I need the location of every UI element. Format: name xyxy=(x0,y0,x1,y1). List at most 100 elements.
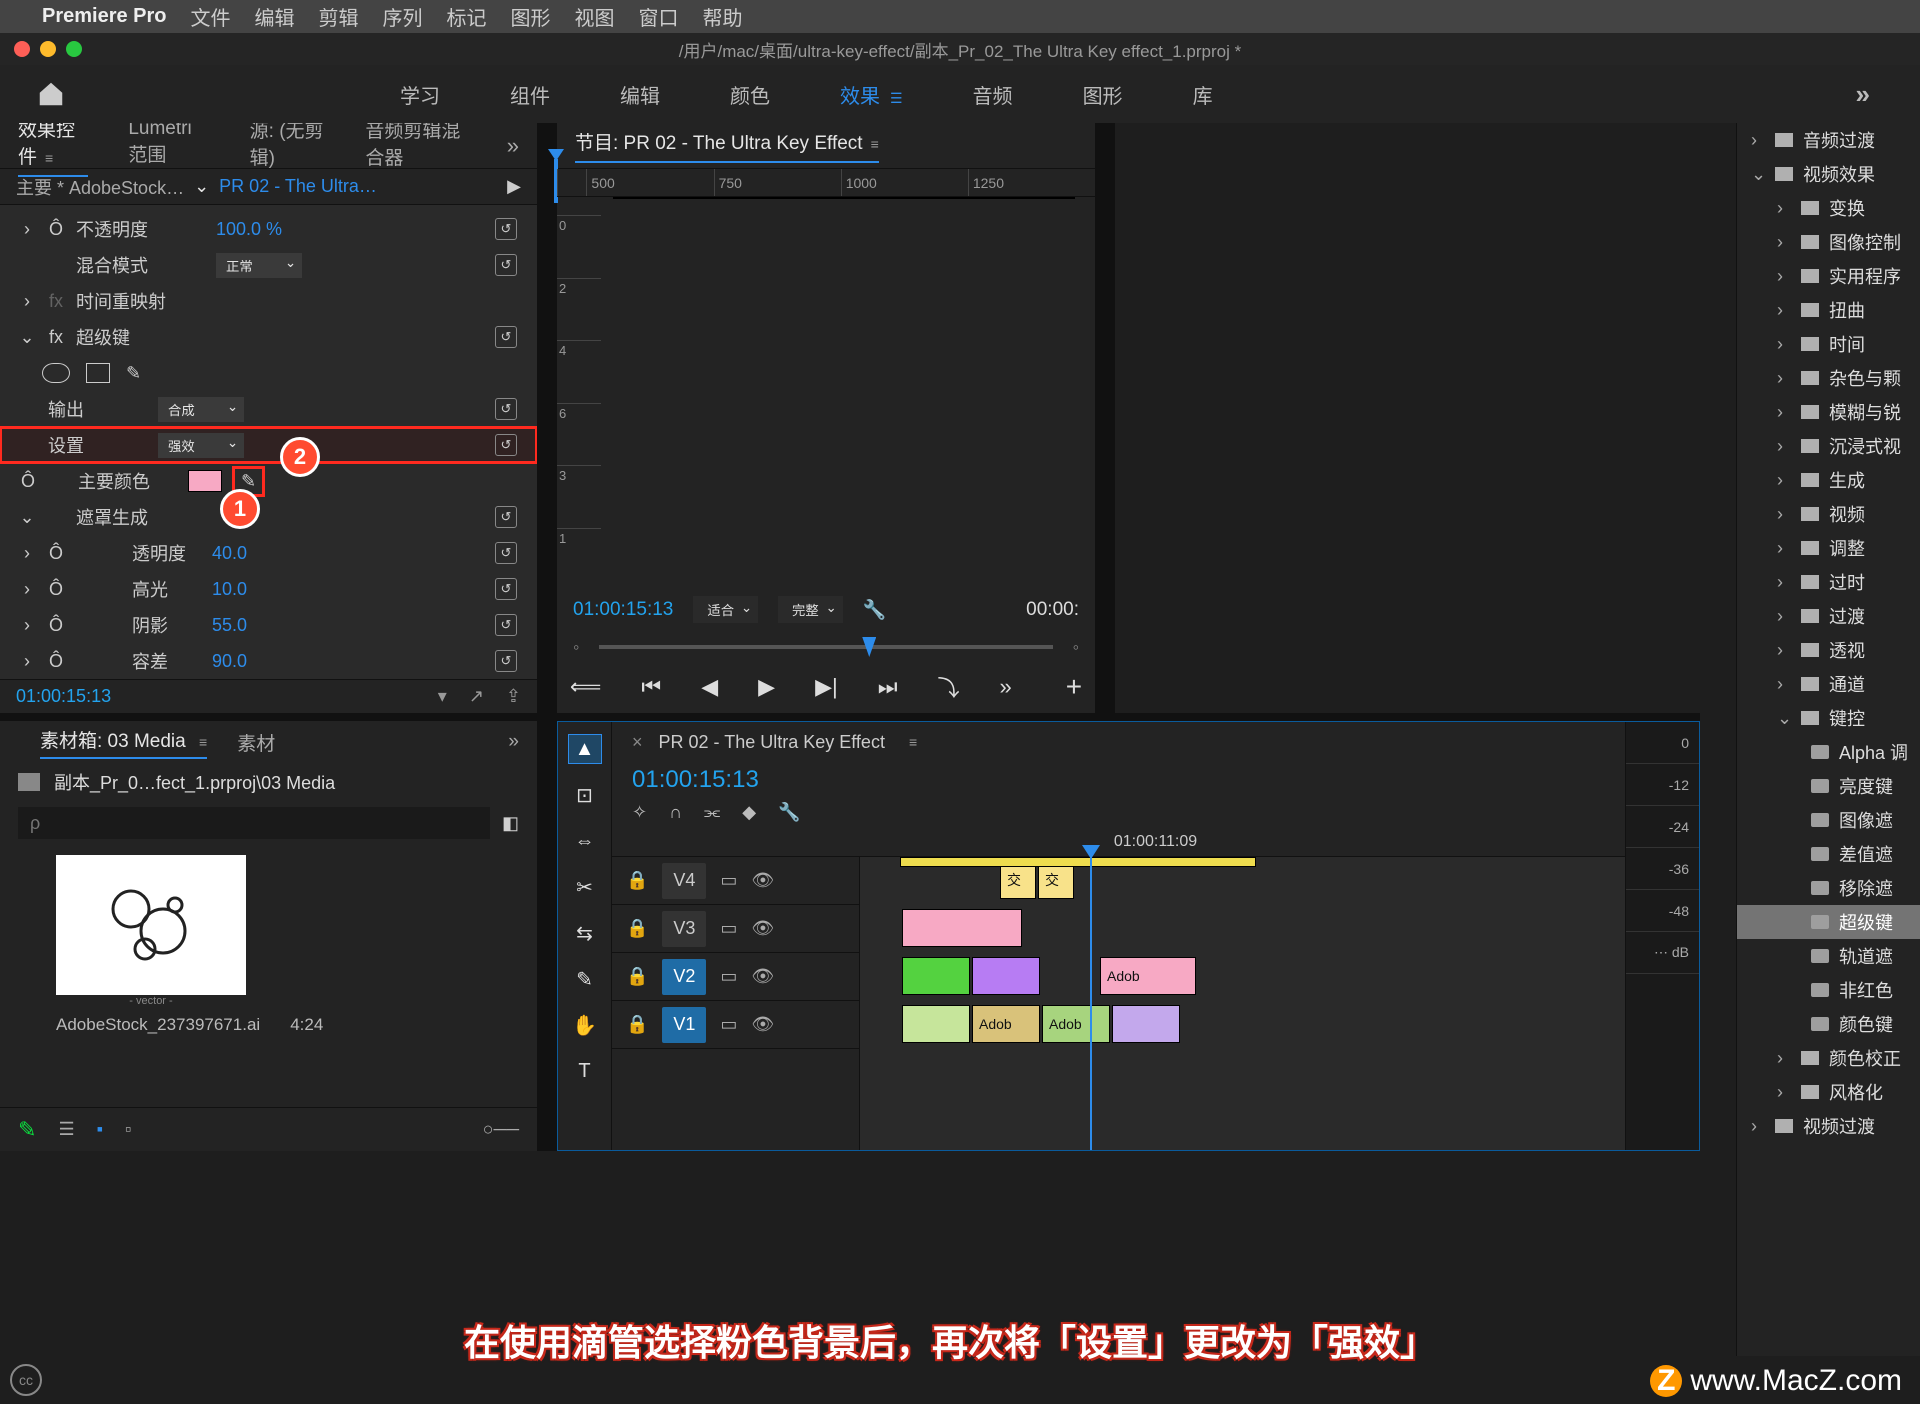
playhead-icon[interactable] xyxy=(862,637,876,657)
ultrakey-row[interactable]: ⌄ fx 超级键 ↺ xyxy=(0,319,537,355)
twirl-icon[interactable]: › xyxy=(18,219,36,240)
track-select-tool-icon[interactable]: ⊡ xyxy=(568,780,602,810)
reset-button[interactable]: ↺ xyxy=(495,434,517,456)
tabs-overflow-icon[interactable]: » xyxy=(507,133,519,159)
new-item-icon[interactable]: ✎ xyxy=(18,1117,36,1143)
panel-menu-icon[interactable]: ≡ xyxy=(909,734,917,750)
goto-in-icon[interactable]: ⏮ xyxy=(641,674,661,700)
reset-button[interactable]: ↺ xyxy=(495,614,517,636)
transparent-value[interactable]: 40.0 xyxy=(212,543,302,564)
reset-button[interactable]: ↺ xyxy=(495,506,517,528)
track-v4-header[interactable]: 🔒V4▭👁 xyxy=(612,857,859,905)
twirl-icon[interactable]: › xyxy=(18,291,36,312)
clip[interactable] xyxy=(972,957,1040,995)
ripple-tool-icon[interactable]: ⇔ xyxy=(568,826,602,856)
effect-folder[interactable]: ›过时 xyxy=(1737,565,1920,599)
track-content[interactable]: 交 交 Adob Adob Adob xyxy=(860,857,1699,1150)
output-select[interactable]: 合成 xyxy=(158,397,244,422)
ws-graphics[interactable]: 图形 xyxy=(1083,78,1123,111)
effect-folder[interactable]: ›时间 xyxy=(1737,327,1920,361)
upload-icon[interactable]: ⇪ xyxy=(506,686,521,707)
bin-icon[interactable] xyxy=(18,773,40,791)
sequence-tab[interactable]: PR 02 - The Ultra Key Effect xyxy=(659,732,885,753)
effect-item[interactable]: 亮度键 xyxy=(1737,769,1920,803)
tab-audio-mixer[interactable]: 音频剪辑混合器 xyxy=(365,123,466,176)
ws-audio[interactable]: 音频 xyxy=(973,78,1013,111)
effect-item[interactable]: 非红色 xyxy=(1737,973,1920,1007)
playhead-line[interactable] xyxy=(1090,857,1092,1150)
snap-icon[interactable]: ✧ xyxy=(632,802,647,823)
tab-lumetri-scopes[interactable]: Lumetri 范围 xyxy=(128,123,209,173)
home-icon[interactable] xyxy=(36,79,66,109)
effect-folder[interactable]: ›音频过渡 xyxy=(1737,123,1920,157)
effect-item[interactable]: 移除遮 xyxy=(1737,871,1920,905)
reset-button[interactable]: ↺ xyxy=(495,254,517,276)
rect-mask-icon[interactable] xyxy=(86,363,110,383)
menu-marker[interactable]: 标记 xyxy=(447,2,487,31)
magnet-icon[interactable]: ∩ xyxy=(669,802,682,823)
effect-folder[interactable]: ›风格化 xyxy=(1737,1075,1920,1109)
search-input[interactable] xyxy=(18,807,490,839)
effect-folder[interactable]: ›颜色校正 xyxy=(1737,1041,1920,1075)
clip[interactable] xyxy=(902,1005,970,1043)
effect-item[interactable]: Alpha 调 xyxy=(1737,735,1920,769)
ellipse-mask-icon[interactable] xyxy=(42,363,70,383)
clip[interactable]: Adob xyxy=(1100,957,1196,995)
ws-assembly[interactable]: 组件 xyxy=(510,78,550,111)
program-scrubber[interactable]: ◦◦ xyxy=(573,635,1079,659)
reset-button[interactable]: ↺ xyxy=(495,326,517,348)
app-name[interactable]: Premiere Pro xyxy=(42,5,167,28)
effect-folder[interactable]: ›通道 xyxy=(1737,667,1920,701)
effect-folder[interactable]: ›模糊与锐 xyxy=(1737,395,1920,429)
effect-folder[interactable]: ⌄视频效果 xyxy=(1737,157,1920,191)
blend-mode-select[interactable]: 正常 xyxy=(216,253,302,278)
effect-folder[interactable]: ›变换 xyxy=(1737,191,1920,225)
zoom-select[interactable]: 适合 xyxy=(693,596,758,623)
effect-folder[interactable]: ›图像控制 xyxy=(1737,225,1920,259)
effect-folder[interactable]: ⌄键控 xyxy=(1737,701,1920,735)
clip[interactable] xyxy=(902,909,1022,947)
selection-tool-icon[interactable]: ▲ xyxy=(568,734,602,764)
ws-effects[interactable]: 效果 xyxy=(840,78,903,111)
effect-folder[interactable]: ›扭曲 xyxy=(1737,293,1920,327)
tab-program[interactable]: 节目: PR 02 - The Ultra Key Effect≡ xyxy=(575,128,879,163)
effect-item[interactable]: 超级键 xyxy=(1737,905,1920,939)
more-icon[interactable]: » xyxy=(1000,674,1012,700)
reset-button[interactable]: ↺ xyxy=(495,218,517,240)
freeform-view-icon[interactable]: ▫ xyxy=(125,1119,131,1140)
key-color-swatch[interactable] xyxy=(188,470,222,492)
mac-menubar[interactable]: Premiere Pro 文件 编辑 剪辑 序列 标记 图形 视图 窗口 帮助 xyxy=(0,0,1920,33)
marker-icon[interactable]: ◆ xyxy=(742,802,756,823)
export-frame-icon[interactable]: ⤵ xyxy=(938,671,960,703)
effect-item[interactable]: 颜色键 xyxy=(1737,1007,1920,1041)
twirl-icon[interactable]: ⌄ xyxy=(18,327,36,348)
filter-icon[interactable]: ▾ xyxy=(438,686,447,707)
stopwatch-icon[interactable]: Ô xyxy=(18,471,38,492)
reset-button[interactable]: ↺ xyxy=(495,650,517,672)
step-fwd-icon[interactable]: ▶| xyxy=(815,674,838,700)
menu-clip[interactable]: 剪辑 xyxy=(319,2,359,31)
effect-folder[interactable]: ›视频过渡 xyxy=(1737,1109,1920,1143)
track-v1-header[interactable]: 🔒V1▭👁 xyxy=(612,1001,859,1049)
clip[interactable] xyxy=(1112,1005,1180,1043)
mark-in-icon[interactable]: ⟸ xyxy=(570,674,602,700)
timeline-ruler[interactable]: 01:00:11:09 xyxy=(612,827,1699,857)
track-v2-header[interactable]: 🔒V2▭👁 xyxy=(612,953,859,1001)
panel-menu-icon[interactable]: ≡ xyxy=(45,150,53,166)
effect-folder[interactable]: ›过渡 xyxy=(1737,599,1920,633)
effect-folder[interactable]: ›实用程序 xyxy=(1737,259,1920,293)
opacity-value[interactable]: 100.0 % xyxy=(216,219,306,240)
goto-out-icon[interactable]: ⏭ xyxy=(878,674,898,700)
settings-icon[interactable]: 🔧 xyxy=(778,802,800,823)
menu-sequence[interactable]: 序列 xyxy=(383,2,423,31)
tab-footage[interactable]: 素材 xyxy=(237,729,275,756)
effect-folder[interactable]: ›杂色与颗 xyxy=(1737,361,1920,395)
effect-item[interactable]: 图像遮 xyxy=(1737,803,1920,837)
quality-select[interactable]: 完整 xyxy=(778,596,843,623)
effect-folder[interactable]: ›透视 xyxy=(1737,633,1920,667)
program-timecode[interactable]: 01:00:15:13 xyxy=(573,599,673,621)
ws-learn[interactable]: 学习 xyxy=(400,78,440,111)
stopwatch-icon[interactable]: Ô xyxy=(46,219,66,240)
clip[interactable] xyxy=(902,957,970,995)
slip-tool-icon[interactable]: ⇆ xyxy=(568,918,602,948)
